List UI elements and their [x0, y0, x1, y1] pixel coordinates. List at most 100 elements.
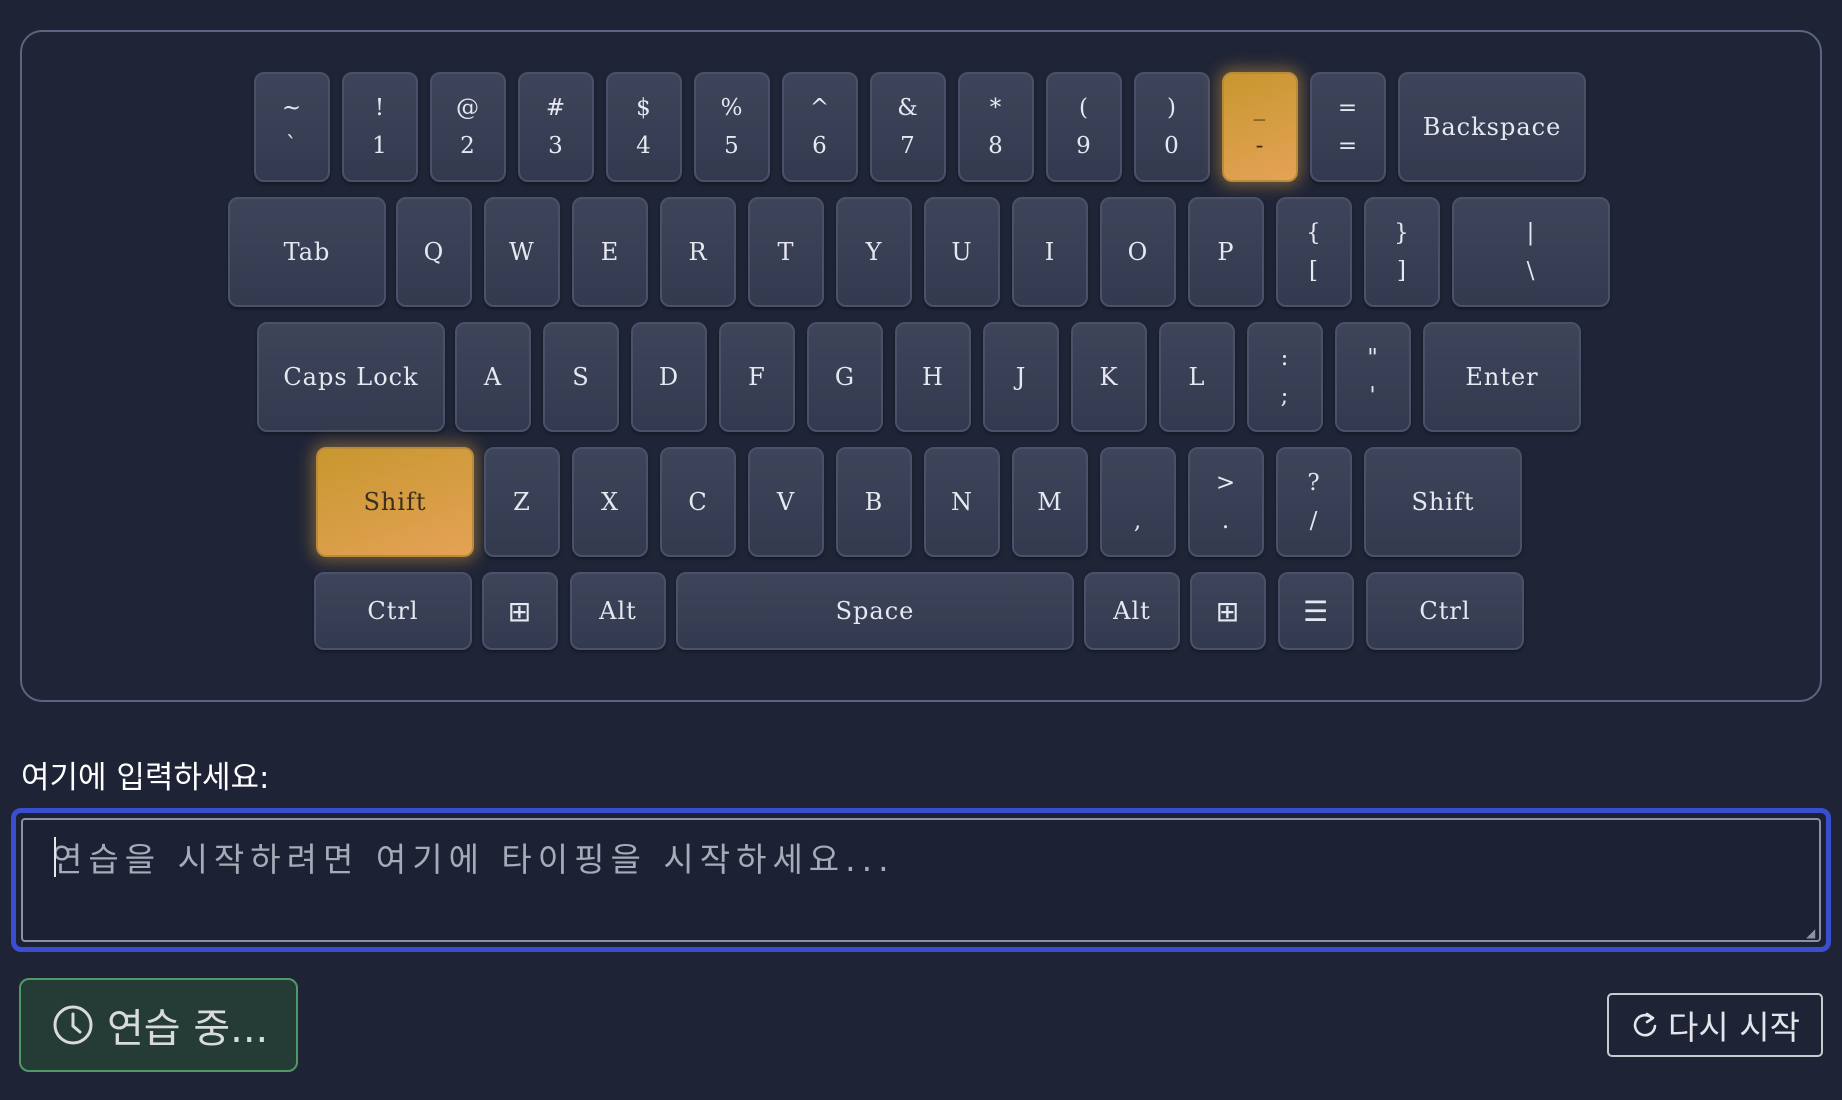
- key-;[interactable]: :;: [1247, 322, 1323, 432]
- key-3[interactable]: #3: [518, 72, 594, 182]
- key-c[interactable]: C: [660, 447, 736, 557]
- key-k[interactable]: K: [1071, 322, 1147, 432]
- key-b[interactable]: B: [836, 447, 912, 557]
- key-label: Space: [835, 597, 915, 625]
- key-1[interactable]: ! 1: [342, 72, 418, 182]
- key-shift-symbol: _: [1253, 95, 1267, 121]
- key-t[interactable]: T: [748, 197, 824, 307]
- key-shift-symbol: *: [989, 95, 1003, 121]
- key-shift-symbol: (: [1079, 95, 1089, 121]
- key-windows[interactable]: ⊞: [1190, 572, 1266, 650]
- key-base-symbol: 3: [548, 133, 564, 159]
- key-y[interactable]: Y: [836, 197, 912, 307]
- key-shift-symbol: ): [1167, 95, 1177, 121]
- key-`[interactable]: ~ `: [254, 72, 330, 182]
- key-,[interactable]: ,: [1100, 447, 1176, 557]
- key-shift-symbol: ?: [1307, 470, 1321, 496]
- key-r[interactable]: R: [660, 197, 736, 307]
- key-shift-symbol: [1134, 464, 1142, 502]
- key-e[interactable]: E: [572, 197, 648, 307]
- key-i[interactable]: I: [1012, 197, 1088, 307]
- key-5[interactable]: % 5: [694, 72, 770, 182]
- key-shift[interactable]: Shift: [1364, 447, 1522, 557]
- key-7[interactable]: & 7: [870, 72, 946, 182]
- key-9[interactable]: (9: [1046, 72, 1122, 182]
- key-shift-symbol: @: [456, 95, 480, 121]
- key-2[interactable]: @2: [430, 72, 506, 182]
- key-base-symbol: 5: [724, 133, 740, 159]
- key-label: Q: [423, 238, 445, 266]
- key-][interactable]: }]: [1364, 197, 1440, 307]
- key-=[interactable]: = =: [1310, 72, 1386, 182]
- key-backspace[interactable]: Backspace: [1398, 72, 1586, 182]
- key-8[interactable]: * 8: [958, 72, 1034, 182]
- key-[[interactable]: {[: [1276, 197, 1352, 307]
- key-.[interactable]: >.: [1188, 447, 1264, 557]
- key-q[interactable]: Q: [396, 197, 472, 307]
- key-l[interactable]: L: [1159, 322, 1235, 432]
- key-f[interactable]: F: [719, 322, 795, 432]
- typing-textarea[interactable]: 연습을 시작하려면 여기에 타이핑을 시작하세요... ◢: [11, 808, 1831, 952]
- key-base-symbol: 6: [812, 133, 828, 159]
- key-j[interactable]: J: [983, 322, 1059, 432]
- key-h[interactable]: H: [895, 322, 971, 432]
- typing-placeholder: 연습을 시작하려면 여기에 타이핑을 시작하세요...: [52, 840, 895, 879]
- key-shift[interactable]: Shift: [316, 447, 474, 557]
- key-g[interactable]: G: [807, 322, 883, 432]
- key-6[interactable]: ^ 6: [782, 72, 858, 182]
- key-label: Shift: [363, 488, 427, 516]
- key-base-symbol: \: [1526, 258, 1536, 284]
- key-ctrl[interactable]: Ctrl: [314, 572, 472, 650]
- virtual-keyboard: ~ `! 1 @2 #3 $4% 5 ^ 6 & 7 * 8(9) 0 _ - = = Backspace Tab Q W…: [20, 30, 1822, 702]
- key-base-symbol: 8: [988, 133, 1004, 159]
- key-p[interactable]: P: [1188, 197, 1264, 307]
- key-base-symbol: [: [1309, 258, 1319, 284]
- key-\[interactable]: | \: [1452, 197, 1610, 307]
- key-ctrl[interactable]: Ctrl: [1366, 572, 1524, 650]
- key-tab[interactable]: Tab: [228, 197, 386, 307]
- key-4[interactable]: $4: [606, 72, 682, 182]
- key-shift-symbol: =: [1337, 95, 1359, 121]
- key-space[interactable]: Space: [676, 572, 1074, 650]
- key-alt[interactable]: Alt: [1084, 572, 1180, 650]
- key-caps-lock[interactable]: Caps Lock: [257, 322, 445, 432]
- key-menu[interactable]: ☰: [1278, 572, 1354, 650]
- key-/[interactable]: ? /: [1276, 447, 1352, 557]
- key-label: G: [834, 363, 856, 391]
- key--[interactable]: _ -: [1222, 72, 1298, 182]
- key-label: Backspace: [1422, 113, 1562, 141]
- key-shift-symbol: >: [1215, 470, 1237, 496]
- key-n[interactable]: N: [924, 447, 1000, 557]
- key-v[interactable]: V: [748, 447, 824, 557]
- key-label: V: [776, 488, 796, 516]
- key-label: C: [688, 488, 708, 516]
- key-u[interactable]: U: [924, 197, 1000, 307]
- refresh-icon: [1633, 1012, 1657, 1037]
- key-label: Enter: [1465, 363, 1539, 391]
- key-shift-symbol: :: [1280, 345, 1290, 371]
- key-label: J: [1015, 363, 1027, 391]
- key-x[interactable]: X: [572, 447, 648, 557]
- key-label: K: [1099, 363, 1119, 391]
- key-o[interactable]: O: [1100, 197, 1176, 307]
- key-label: B: [864, 488, 884, 516]
- restart-button[interactable]: 다시 시작: [1607, 993, 1823, 1057]
- key-label: R: [688, 238, 708, 266]
- key-alt[interactable]: Alt: [570, 572, 666, 650]
- key-'[interactable]: " ': [1335, 322, 1411, 432]
- key-d[interactable]: D: [631, 322, 707, 432]
- key-label: P: [1217, 238, 1235, 266]
- key-m[interactable]: M: [1012, 447, 1088, 557]
- key-shift-symbol: ^: [809, 95, 831, 121]
- resize-grip-icon[interactable]: ◢: [1806, 927, 1818, 939]
- key-base-symbol: ': [1369, 383, 1377, 409]
- key-enter[interactable]: Enter: [1423, 322, 1581, 432]
- key-s[interactable]: S: [543, 322, 619, 432]
- key-base-symbol: 2: [460, 133, 476, 159]
- key-a[interactable]: A: [455, 322, 531, 432]
- key-0[interactable]: ) 0: [1134, 72, 1210, 182]
- key-label: S: [572, 363, 590, 391]
- key-w[interactable]: W: [484, 197, 560, 307]
- key-windows[interactable]: ⊞: [482, 572, 558, 650]
- key-z[interactable]: Z: [484, 447, 560, 557]
